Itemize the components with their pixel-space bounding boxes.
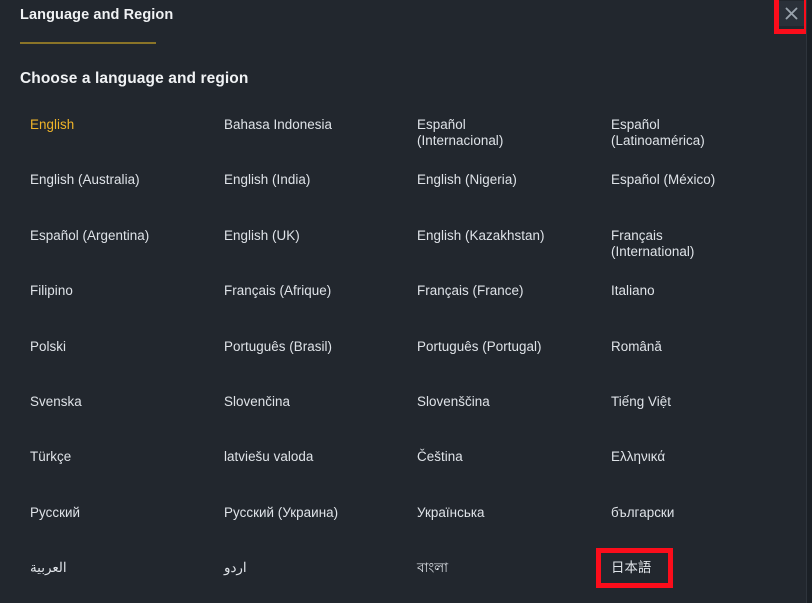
language-option[interactable]: Filipino bbox=[30, 274, 224, 329]
language-option-label: Español (Argentina) bbox=[30, 227, 150, 243]
language-option[interactable]: Français (Afrique) bbox=[224, 274, 417, 329]
language-option[interactable]: Русский bbox=[30, 496, 224, 551]
language-option-label: English bbox=[30, 117, 75, 132]
language-option-label: বাংলা bbox=[417, 560, 449, 576]
title-underline bbox=[20, 42, 156, 44]
language-option[interactable]: Bahasa Indonesia bbox=[224, 108, 417, 163]
scrollbar[interactable] bbox=[806, 0, 812, 603]
language-option[interactable]: Tiếng Việt bbox=[611, 385, 811, 440]
language-option-label: Русский (Украина) bbox=[224, 504, 339, 520]
language-option[interactable]: English (India) bbox=[224, 163, 417, 218]
language-option-label: Bahasa Indonesia bbox=[224, 117, 333, 132]
language-option-label: English (Australia) bbox=[30, 172, 140, 188]
language-option-label: Türkçe bbox=[30, 449, 72, 465]
language-option-label: Tiếng Việt bbox=[611, 393, 672, 409]
language-option[interactable]: Français (International) bbox=[611, 219, 811, 274]
language-option-label: Français (Afrique) bbox=[224, 283, 332, 299]
language-option[interactable]: বাংলা bbox=[417, 551, 611, 603]
language-option-label: Українська bbox=[417, 504, 485, 520]
language-option-label: اردو bbox=[224, 560, 247, 576]
close-icon[interactable] bbox=[779, 1, 804, 26]
language-option-label: Italiano bbox=[611, 283, 655, 299]
language-option[interactable]: Português (Portugal) bbox=[417, 330, 611, 385]
language-option-label: Română bbox=[611, 338, 662, 354]
language-option[interactable]: Türkçe bbox=[30, 440, 224, 495]
language-option-label: English (UK) bbox=[224, 227, 300, 243]
language-option[interactable]: English (Australia) bbox=[30, 163, 224, 218]
language-option-label: English (Nigeria) bbox=[417, 172, 517, 188]
language-option[interactable]: العربية bbox=[30, 551, 224, 603]
dialog-header: Language and Region bbox=[0, 0, 812, 56]
language-option[interactable]: English (UK) bbox=[224, 219, 417, 274]
language-option[interactable]: Slovenčina bbox=[224, 385, 417, 440]
language-option-label: Русский bbox=[30, 504, 81, 520]
language-option-label: Português (Brasil) bbox=[224, 338, 333, 354]
language-option[interactable]: Українська bbox=[417, 496, 611, 551]
language-option-label: Français (France) bbox=[417, 283, 524, 299]
language-option[interactable]: اردو bbox=[224, 551, 417, 603]
language-option-label: Čeština bbox=[417, 449, 463, 465]
language-option[interactable]: Русский (Украина) bbox=[224, 496, 417, 551]
language-option-label: Polski bbox=[30, 338, 67, 354]
language-option[interactable]: Svenska bbox=[30, 385, 224, 440]
language-option-label: Ελληνικά bbox=[611, 449, 666, 465]
language-option[interactable]: Español (Latinoamérica) bbox=[611, 108, 811, 163]
language-option-label: Svenska bbox=[30, 393, 82, 409]
language-option[interactable]: Español (Argentina) bbox=[30, 219, 224, 274]
language-option-label: latviešu valoda bbox=[224, 449, 314, 465]
language-option[interactable]: Română bbox=[611, 330, 811, 385]
language-option[interactable]: Polski bbox=[30, 330, 224, 385]
language-option[interactable]: Slovenščina bbox=[417, 385, 611, 440]
language-option[interactable]: English bbox=[30, 108, 224, 163]
language-option[interactable]: latviešu valoda bbox=[224, 440, 417, 495]
language-option[interactable]: English (Nigeria) bbox=[417, 163, 611, 218]
language-option-label: العربية bbox=[30, 560, 67, 576]
language-option-label: Português (Portugal) bbox=[417, 338, 542, 354]
language-option-label: Español (Latinoamérica) bbox=[611, 117, 705, 148]
language-option[interactable]: Português (Brasil) bbox=[224, 330, 417, 385]
language-option-label: 日本語 bbox=[611, 560, 652, 576]
language-option[interactable]: български bbox=[611, 496, 811, 551]
language-option[interactable]: 日本語 bbox=[611, 551, 811, 603]
language-option[interactable]: Italiano bbox=[611, 274, 811, 329]
language-option[interactable]: Čeština bbox=[417, 440, 611, 495]
language-option-label: Español (Internacional) bbox=[417, 117, 504, 148]
language-options-grid: English Bahasa Indonesia Español (Internac… bbox=[0, 108, 806, 603]
section-heading: Choose a language and region bbox=[20, 70, 249, 87]
language-option-label: Español (México) bbox=[611, 172, 716, 188]
language-option-label: English (India) bbox=[224, 172, 311, 188]
language-option[interactable]: English (Kazakhstan) bbox=[417, 219, 611, 274]
language-option-label: Slovenčina bbox=[224, 393, 291, 409]
page-title: Language and Region bbox=[20, 7, 174, 23]
language-option-label: English (Kazakhstan) bbox=[417, 227, 545, 243]
language-option[interactable]: Ελληνικά bbox=[611, 440, 811, 495]
language-option-label: български bbox=[611, 504, 675, 520]
language-option-label: Français (International) bbox=[611, 227, 695, 259]
language-option[interactable]: Español (México) bbox=[611, 163, 811, 218]
language-option[interactable]: Español (Internacional) bbox=[417, 108, 611, 163]
language-option[interactable]: Français (France) bbox=[417, 274, 611, 329]
language-option-label: Slovenščina bbox=[417, 393, 490, 409]
language-option-label: Filipino bbox=[30, 283, 73, 299]
